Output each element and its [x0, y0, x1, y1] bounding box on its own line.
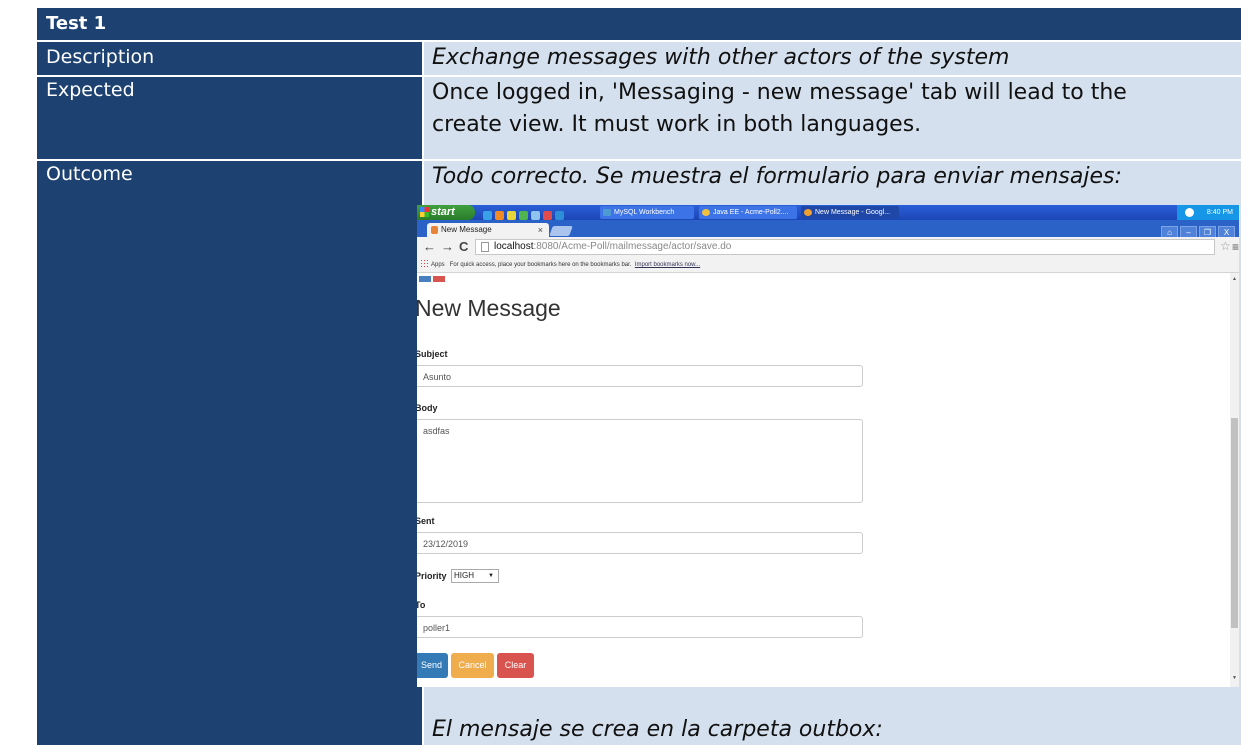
- browser-tab-new-message[interactable]: New Message ×: [427, 223, 549, 237]
- mysql-icon: [603, 209, 611, 216]
- tab-favicon-icon: [431, 226, 438, 234]
- address-bar[interactable]: localhost:8080/Acme-Poll/mailmessage/act…: [475, 239, 1215, 255]
- folder-icon[interactable]: [507, 211, 516, 220]
- row-label-outcome: Outcome: [37, 161, 422, 745]
- scrollbar-thumb[interactable]: [1231, 418, 1238, 628]
- apps-grid-icon: [420, 259, 428, 267]
- priority-select[interactable]: HIGH ▼: [451, 569, 499, 583]
- bookmarks-hint: For quick access, place your bookmarks h…: [449, 262, 632, 268]
- row-label-expected: Expected: [37, 77, 422, 159]
- scroll-down-icon[interactable]: ▼: [1232, 675, 1237, 681]
- priority-label: Priority: [417, 571, 447, 581]
- expected-text-line2: create view. It must work in both langua…: [432, 112, 922, 137]
- back-button[interactable]: ←: [423, 239, 436, 255]
- scroll-up-icon[interactable]: ▲: [1232, 276, 1237, 282]
- media-icon[interactable]: [543, 211, 552, 220]
- firefox-icon[interactable]: [495, 211, 504, 220]
- to-label: To: [417, 600, 426, 610]
- clear-button[interactable]: Clear: [497, 653, 534, 678]
- bookmark-star-icon[interactable]: ☆: [1220, 239, 1231, 253]
- expected-text-line1: Once logged in, 'Messaging - new message…: [432, 80, 1127, 105]
- quick-launch: [483, 207, 567, 220]
- taskbar-item-eclipse[interactable]: Java EE - Acme-Poll2....: [699, 206, 797, 219]
- row-value-description: Exchange messages with other actors of t…: [424, 42, 1241, 75]
- windows-flag-icon: [420, 207, 429, 217]
- browser-toolbar: ← → C localhost:8080/Acme-Poll/mailmessa…: [417, 237, 1239, 258]
- chrome-small-icon: [804, 209, 812, 216]
- eclipse-icon: [702, 209, 710, 216]
- embedded-screenshot: start MySQL Workbench Java EE - Acme-Pol…: [417, 205, 1239, 687]
- row-value-expected: Once logged in, 'Messaging - new message…: [424, 77, 1241, 159]
- page-title: New Message: [417, 295, 561, 321]
- cancel-button[interactable]: Cancel: [451, 653, 494, 678]
- import-bookmarks-link[interactable]: Import bookmarks now...: [635, 262, 700, 268]
- chevron-down-icon: ▼: [488, 573, 494, 579]
- description-text: Exchange messages with other actors of t…: [432, 45, 1010, 70]
- outcome-footer-text: El mensaje se crea en la carpeta outbox:: [432, 717, 883, 742]
- body-label: Body: [417, 403, 438, 413]
- sent-label: Sent: [417, 516, 435, 526]
- clipped-header-buttons: [419, 269, 447, 287]
- row-label-description: Description: [37, 42, 422, 75]
- app-icon[interactable]: [531, 211, 540, 220]
- window-controls: ⌂ – ❐ X: [1159, 222, 1235, 239]
- windows-taskbar: start MySQL Workbench Java EE - Acme-Pol…: [417, 205, 1239, 220]
- outcome-text: Todo correcto. Se muestra el formulario …: [432, 164, 1122, 189]
- body-textarea[interactable]: asdfas: [417, 419, 863, 503]
- page-content: New Message Subject Asunto Body asdfas S…: [417, 273, 1230, 687]
- page-scrollbar[interactable]: ▲ ▼: [1230, 273, 1239, 687]
- reload-button[interactable]: C: [459, 239, 468, 255]
- send-button[interactable]: Send: [417, 653, 448, 678]
- browser-tab-strip: New Message × ⌂ – ❐ X: [417, 220, 1239, 239]
- ie-icon[interactable]: [483, 211, 492, 220]
- chrome-icon[interactable]: [519, 211, 528, 220]
- clock: 8:40 PM: [1206, 209, 1233, 216]
- test-title-row: Test 1: [37, 8, 1241, 42]
- bookmarks-bar: Apps For quick access, place your bookma…: [417, 258, 1239, 273]
- page-icon: [481, 242, 489, 252]
- to-input[interactable]: poller1: [417, 616, 863, 638]
- subject-label: Subject: [417, 349, 448, 359]
- new-tab-button[interactable]: [549, 226, 573, 236]
- apps-link[interactable]: Apps: [431, 262, 445, 268]
- chrome-menu-icon[interactable]: ≡: [1232, 240, 1239, 254]
- sent-input[interactable]: 23/12/2019: [417, 532, 863, 554]
- tab-close-icon[interactable]: ×: [538, 223, 543, 237]
- taskbar-item-chrome[interactable]: New Message - Googl...: [801, 206, 899, 219]
- tray-icon[interactable]: [1185, 208, 1194, 217]
- taskbar-item-mysql[interactable]: MySQL Workbench: [600, 206, 694, 219]
- subject-input[interactable]: Asunto: [417, 365, 863, 387]
- start-button[interactable]: start: [417, 205, 475, 220]
- test-title: Test 1: [46, 13, 107, 34]
- globe-icon[interactable]: [555, 211, 564, 220]
- system-tray: 8:40 PM: [1177, 205, 1239, 220]
- forward-button[interactable]: →: [441, 239, 454, 255]
